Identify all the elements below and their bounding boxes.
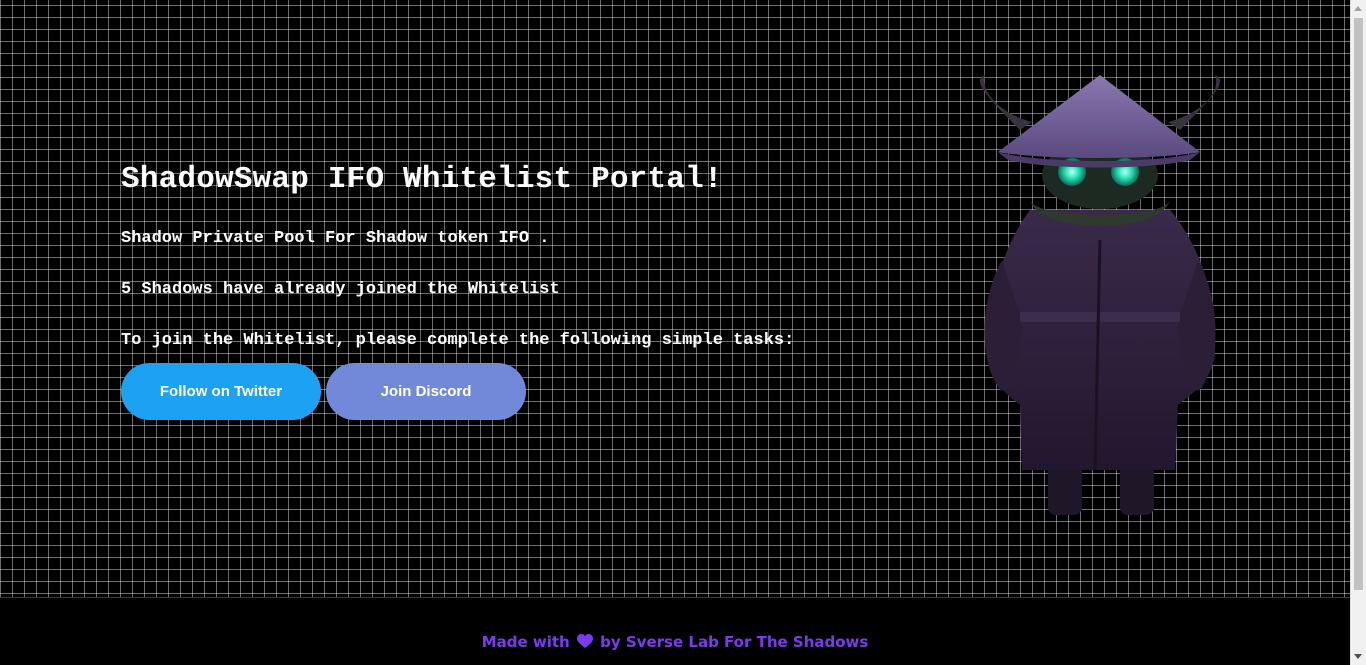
footer-suffix: by Sverse Lab For The Shadows: [600, 633, 869, 651]
follow-twitter-button[interactable]: Follow on Twitter: [121, 363, 321, 420]
task-buttons: Follow on Twitter Join Discord: [121, 363, 526, 420]
tasks-instructions: To join the Whitelist, please complete t…: [121, 331, 795, 350]
page-title: ShadowSwap IFO Whitelist Portal!: [121, 162, 723, 197]
grid-background: ShadowSwap IFO Whitelist Portal! Shadow …: [0, 0, 1350, 597]
pool-description: Shadow Private Pool For Shadow token IFO…: [121, 229, 550, 248]
footer-prefix: Made with: [481, 633, 570, 651]
footer-credits: Made with by Sverse Lab For The Shadows: [0, 633, 1350, 651]
whitelist-count: 5 Shadows have already joined the Whitel…: [121, 280, 560, 299]
scroll-up-icon[interactable]: [1354, 6, 1362, 11]
vertical-scrollbar[interactable]: [1350, 0, 1366, 665]
footer: Made with by Sverse Lab For The Shadows: [0, 597, 1350, 665]
heart-icon: [576, 634, 593, 648]
scroll-down-icon[interactable]: [1354, 654, 1362, 659]
shadow-mascot-image: [979, 75, 1221, 515]
join-discord-button[interactable]: Join Discord: [326, 363, 526, 420]
page: ShadowSwap IFO Whitelist Portal! Shadow …: [0, 0, 1366, 665]
scrollbar-thumb[interactable]: [1354, 18, 1363, 590]
